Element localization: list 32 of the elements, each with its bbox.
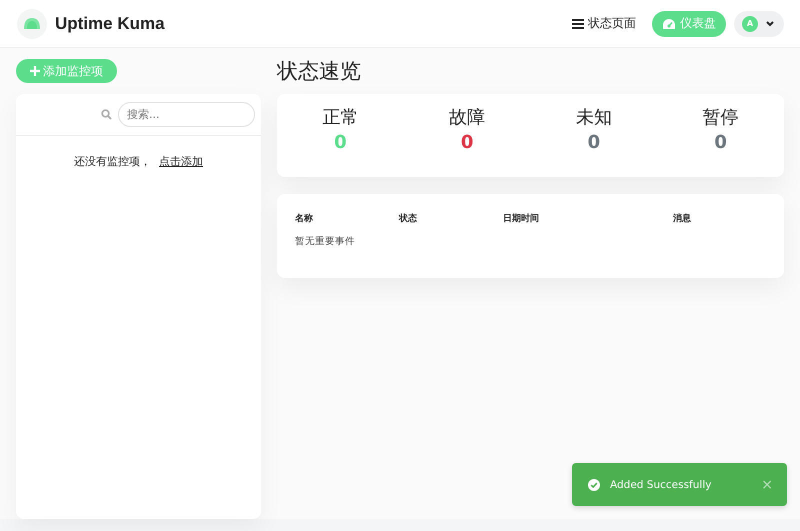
stat-value: 0 <box>460 131 474 155</box>
app-title: Uptime Kuma <box>55 14 165 34</box>
stat-label: 故障 <box>449 106 486 130</box>
search-icon <box>101 109 112 120</box>
stat-label: 正常 <box>322 106 358 130</box>
caret-icon <box>766 20 774 26</box>
stat-value: 0 <box>334 131 347 155</box>
add-link[interactable]: 点击添加 <box>159 154 203 169</box>
avatar: A <box>742 16 758 32</box>
gauge-icon <box>662 18 676 30</box>
column-header: 名称 <box>295 212 314 225</box>
list-icon <box>572 18 584 28</box>
column-header: 状态 <box>399 212 418 225</box>
empty-message: 还没有监控项， <box>74 154 151 169</box>
stat-value: 0 <box>588 131 600 155</box>
stat-value: 0 <box>714 131 727 155</box>
logo-icon <box>17 8 47 38</box>
page-heading: 状态速览 <box>277 59 362 83</box>
column-header: 消息 <box>673 212 691 225</box>
profile-menu[interactable]: A <box>734 10 784 36</box>
nav-link[interactable]: 状态页面 <box>564 9 644 38</box>
empty-message: 暂无重要事件 <box>295 235 356 248</box>
toast-message: Added Successfully <box>610 478 712 490</box>
add-monitor-button[interactable]: 添加监控项 <box>16 59 117 83</box>
stat-label: 未知 <box>576 106 612 130</box>
column-header: 日期时间 <box>503 212 540 225</box>
stat-label: 暂停 <box>702 106 739 130</box>
nav-link[interactable]: 仪表盘 <box>652 10 726 36</box>
search-field[interactable]: 搜索... <box>118 102 255 127</box>
check-circle-icon <box>588 478 600 490</box>
plus-icon <box>30 66 40 76</box>
close-button[interactable]: × <box>759 476 775 492</box>
